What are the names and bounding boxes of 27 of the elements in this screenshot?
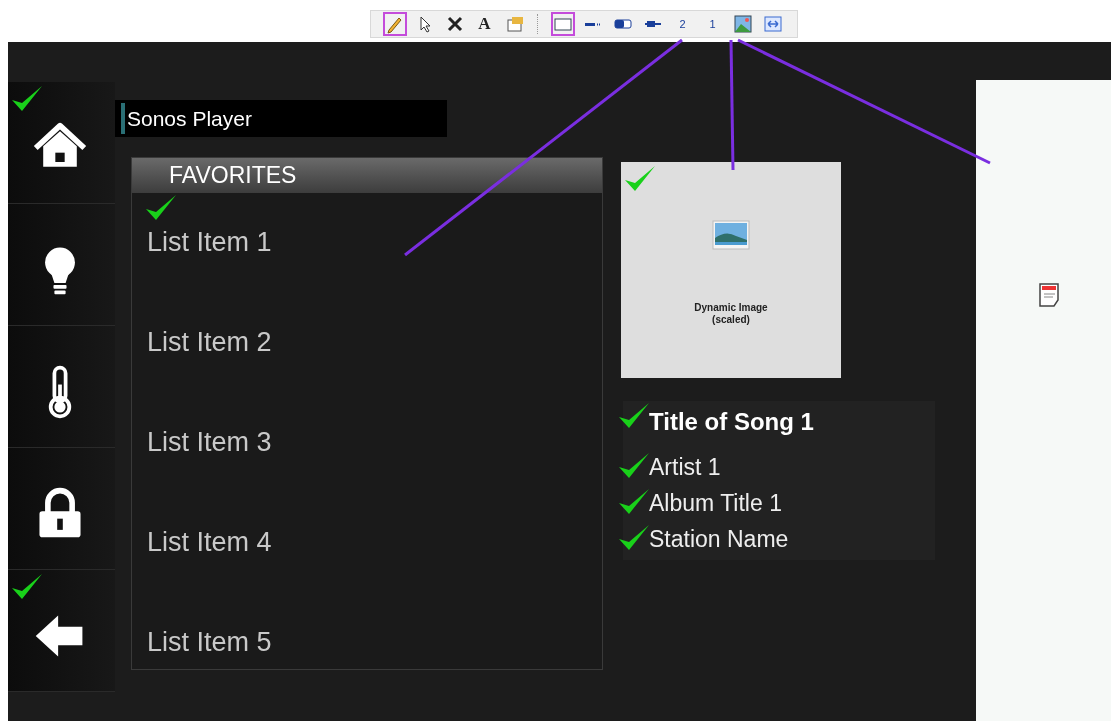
- panel-title: FAVORITES: [169, 161, 297, 190]
- window-title: Sonos Player: [121, 102, 252, 135]
- list-item[interactable]: List Item 2: [147, 326, 272, 357]
- arrow-icon: [584, 22, 601, 26]
- song-detail: Station Name: [649, 526, 789, 552]
- list-item[interactable]: List Item 3: [147, 426, 272, 457]
- tool-button[interactable]: A: [472, 12, 497, 36]
- song-detail: Album Title 1: [649, 490, 782, 516]
- sidebar-button[interactable]: [8, 570, 115, 692]
- sidebar-button[interactable]: [8, 448, 115, 570]
- song-title: Title of Song 1: [649, 408, 814, 435]
- list-item[interactable]: List Item 5: [147, 626, 272, 657]
- note-icon: [1037, 282, 1060, 308]
- image-caption: Dynamic Image: [694, 302, 768, 314]
- list-item[interactable]: List Item 1: [147, 226, 272, 257]
- tool-button[interactable]: 2: [670, 12, 695, 36]
- tool-button[interactable]: 1: [700, 12, 725, 36]
- properties-icon: [504, 14, 525, 34]
- resize-icon: [762, 14, 783, 34]
- sidebar-button[interactable]: [8, 204, 115, 326]
- list-item[interactable]: List Item 4: [147, 526, 272, 557]
- sidebar-button[interactable]: [8, 82, 115, 204]
- image-icon: [712, 220, 750, 250]
- song-detail: Artist 1: [649, 454, 721, 480]
- sidebar-button[interactable]: [8, 326, 115, 448]
- image-icon: [732, 14, 753, 34]
- image-caption: (scaled): [712, 314, 750, 326]
